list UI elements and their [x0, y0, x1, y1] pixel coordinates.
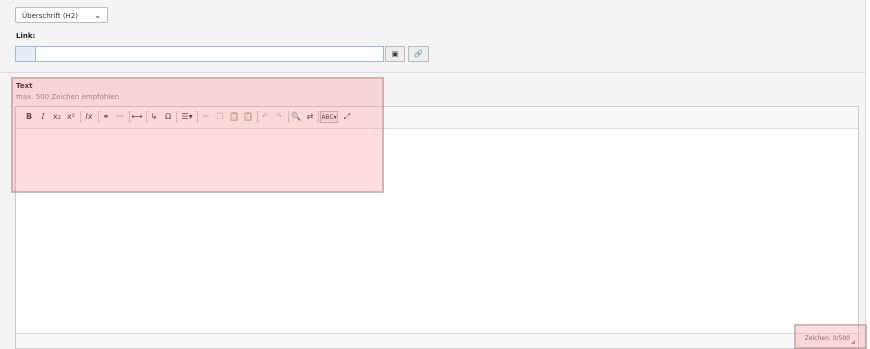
editor-statusbar	[16, 333, 858, 348]
link-input[interactable]	[36, 46, 384, 62]
page-browse-icon: ▣	[391, 50, 399, 58]
heading-type-select[interactable]: Überschrift (H2) ⌄	[15, 7, 108, 23]
page-browse-button[interactable]: ▣	[385, 46, 405, 62]
heading-type-value: Überschrift (H2)	[22, 12, 78, 20]
link-label: Link:	[16, 32, 36, 40]
section-divider	[0, 72, 865, 73]
highlight-counter	[794, 324, 867, 349]
link-icon: 🔗	[414, 50, 423, 58]
chevron-down-icon: ⌄	[94, 11, 101, 20]
highlight-text-section	[11, 77, 384, 193]
link-wizard-button[interactable]: 🔗	[408, 46, 429, 62]
link-type-prefix	[15, 46, 36, 62]
